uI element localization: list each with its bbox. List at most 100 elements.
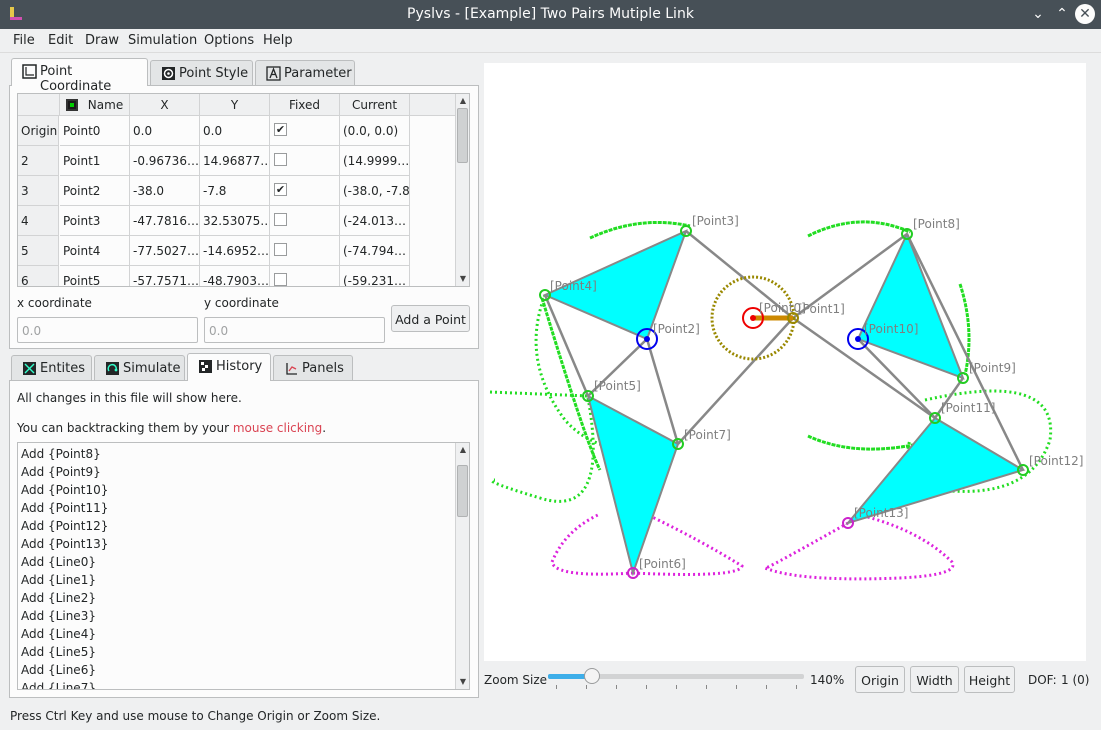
row-header[interactable]: 5: [18, 236, 59, 266]
fixed-checkbox[interactable]: ✔: [274, 123, 287, 136]
scroll-thumb[interactable]: [457, 465, 468, 517]
table-cell-fixed[interactable]: ✔: [270, 176, 340, 206]
column-header-y[interactable]: Y: [200, 94, 270, 116]
table-cell-fixed[interactable]: [270, 206, 340, 236]
add-point-button[interactable]: Add a Point: [391, 305, 470, 332]
fixed-checkbox[interactable]: ✔: [274, 183, 287, 196]
tab-parameter[interactable]: Parameter: [255, 60, 355, 86]
history-item[interactable]: Add {Point9}: [18, 463, 469, 481]
table-cell-current[interactable]: (-38.0, -7.8): [340, 176, 410, 206]
row-header[interactable]: Origin: [18, 116, 59, 146]
tab-point-style[interactable]: Point Style: [150, 60, 253, 86]
menu-bar: File Edit Draw Simulation Options Help: [0, 29, 1101, 53]
table-cell-y[interactable]: -14.6952…: [200, 236, 270, 266]
x-coordinate-input[interactable]: 0.0: [17, 317, 198, 343]
table-cell-y[interactable]: 0.0: [200, 116, 270, 146]
origin-button[interactable]: Origin: [855, 666, 905, 693]
tab-entities[interactable]: Entites: [11, 355, 92, 381]
tab-point-coordinate[interactable]: Point Coordinate: [11, 58, 148, 94]
table-cell-name[interactable]: Point2: [60, 176, 130, 206]
fixed-checkbox[interactable]: [274, 153, 287, 166]
row-header[interactable]: 3: [18, 176, 59, 206]
table-cell-y[interactable]: -7.8: [200, 176, 270, 206]
history-list[interactable]: Add {Point8} Add {Point9} Add {Point10} Add…: [17, 442, 470, 690]
history-item[interactable]: Add {Point12}: [18, 517, 469, 535]
width-button[interactable]: Width: [910, 666, 959, 693]
table-cell-x[interactable]: -47.7816…: [130, 206, 200, 236]
scroll-down-icon[interactable]: ▼: [458, 677, 468, 687]
zoom-handle[interactable]: [583, 668, 600, 684]
history-item[interactable]: Add {Line2}: [18, 589, 469, 607]
menu-draw[interactable]: Draw: [85, 33, 119, 48]
table-cell-current[interactable]: (14.9999…: [340, 146, 410, 176]
table-scrollbar[interactable]: ▲ ▼: [455, 94, 469, 286]
table-cell-name[interactable]: Point4: [60, 236, 130, 266]
mechanism-drawing[interactable]: [Point0] [Point1] [Point2] [Point3] [Poi…: [484, 63, 1086, 661]
zoom-slider[interactable]: [548, 668, 804, 692]
table-cell-x[interactable]: -38.0: [130, 176, 200, 206]
history-item[interactable]: Add {Point13}: [18, 535, 469, 553]
column-header-current[interactable]: Current: [340, 94, 410, 116]
table-cell-current[interactable]: (-74.794…: [340, 236, 410, 266]
history-item[interactable]: Add {Point8}: [18, 445, 469, 463]
history-item[interactable]: Add {Line1}: [18, 571, 469, 589]
table-cell-name[interactable]: Point0: [60, 116, 130, 146]
table-cell-name[interactable]: Point3: [60, 206, 130, 236]
mechanism-canvas[interactable]: [Point0] [Point1] [Point2] [Point3] [Poi…: [484, 63, 1086, 661]
history-scrollbar[interactable]: ▲ ▼: [455, 443, 469, 689]
close-button[interactable]: ✕: [1075, 4, 1095, 24]
fixed-checkbox[interactable]: [274, 213, 287, 226]
table-cell-y[interactable]: 32.53075…: [200, 206, 270, 236]
tab-label: Parameter: [284, 66, 352, 81]
table-cell-y[interactable]: 14.96877…: [200, 146, 270, 176]
fixed-checkbox[interactable]: [274, 243, 287, 256]
height-button[interactable]: Height: [964, 666, 1015, 693]
y-coordinate-input[interactable]: 0.0: [204, 317, 385, 343]
history-item[interactable]: Add {Line4}: [18, 625, 469, 643]
table-cell-fixed[interactable]: [270, 236, 340, 266]
minimize-button[interactable]: ⌄: [1028, 4, 1048, 24]
table-cell-name[interactable]: Point5: [60, 266, 130, 286]
table-cell-y[interactable]: -48.7903…: [200, 266, 270, 286]
points-table[interactable]: Name X Y Fixed Current Origin Point0 0.0 0.…: [17, 93, 470, 287]
history-item[interactable]: Add {Line3}: [18, 607, 469, 625]
table-cell-current[interactable]: (-24.013…: [340, 206, 410, 236]
scroll-up-icon[interactable]: ▲: [458, 445, 468, 455]
row-header[interactable]: 2: [18, 146, 59, 176]
history-item[interactable]: Add {Line5}: [18, 643, 469, 661]
table-cell-fixed[interactable]: ✔: [270, 116, 340, 146]
scroll-thumb[interactable]: [457, 108, 468, 163]
column-header-x[interactable]: X: [130, 94, 200, 116]
maximize-button[interactable]: ⌃: [1052, 4, 1072, 24]
menu-help[interactable]: Help: [263, 33, 293, 48]
table-cell-current[interactable]: (-59.231…: [340, 266, 410, 286]
table-cell-x[interactable]: 0.0: [130, 116, 200, 146]
row-header[interactable]: 6: [18, 266, 59, 286]
history-item[interactable]: Add {Point11}: [18, 499, 469, 517]
scroll-down-icon[interactable]: ▼: [458, 274, 468, 284]
table-cell-fixed[interactable]: [270, 146, 340, 176]
table-cell-x[interactable]: -57.7571…: [130, 266, 200, 286]
fixed-checkbox[interactable]: [274, 273, 287, 286]
history-item[interactable]: Add {Point10}: [18, 481, 469, 499]
table-cell-name[interactable]: Point1: [60, 146, 130, 176]
menu-edit[interactable]: Edit: [48, 33, 73, 48]
scroll-up-icon[interactable]: ▲: [458, 96, 468, 106]
menu-file[interactable]: File: [13, 33, 35, 48]
tab-history[interactable]: History: [187, 353, 271, 381]
tab-panels[interactable]: Panels: [273, 355, 353, 381]
tab-simulate[interactable]: Simulate: [94, 355, 185, 381]
history-item[interactable]: Add {Line6}: [18, 661, 469, 679]
menu-options[interactable]: Options: [204, 33, 254, 48]
table-cell-current[interactable]: (0.0, 0.0): [340, 116, 410, 146]
table-cell-x[interactable]: -0.96736…: [130, 146, 200, 176]
menu-simulation[interactable]: Simulation: [128, 33, 197, 48]
table-cell-fixed[interactable]: [270, 266, 340, 286]
table-cell-x[interactable]: -77.5027…: [130, 236, 200, 266]
history-item[interactable]: Add {Line7}: [18, 679, 469, 689]
slider-tick: [616, 685, 617, 689]
column-header-fixed[interactable]: Fixed: [270, 94, 340, 116]
column-header-name[interactable]: Name: [60, 94, 130, 116]
history-item[interactable]: Add {Line0}: [18, 553, 469, 571]
row-header[interactable]: 4: [18, 206, 59, 236]
